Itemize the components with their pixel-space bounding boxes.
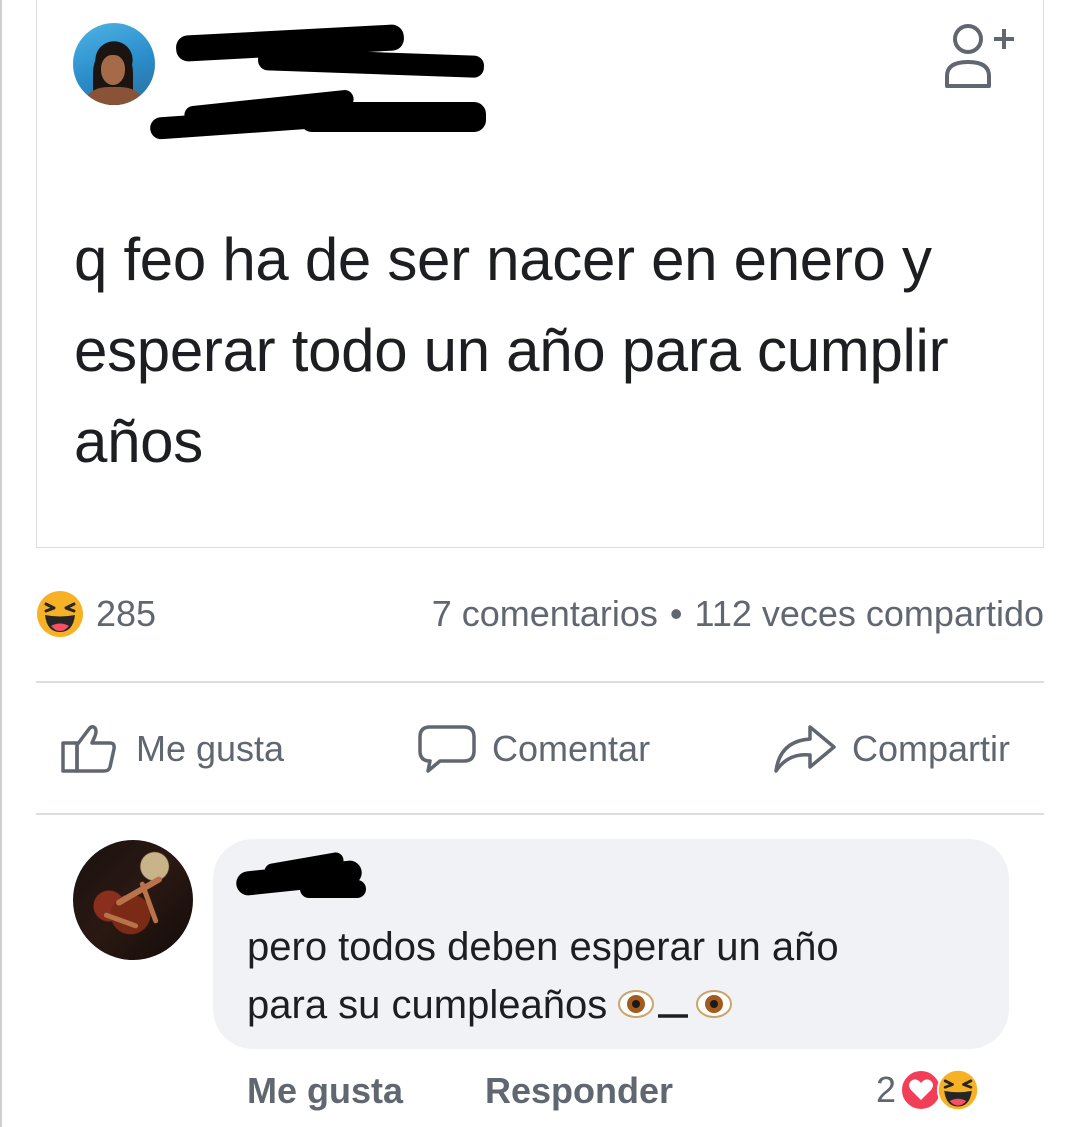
comment-text: pero todos deben esperar un año para su … (247, 918, 987, 1034)
comment-like-button[interactable]: Me gusta (247, 1068, 403, 1114)
commenter-avatar[interactable] (73, 840, 193, 960)
thumbs-up-icon (61, 724, 116, 773)
reaction-count: 285 (96, 593, 157, 634)
shares-count-link[interactable]: 112 veces compartido (694, 593, 1044, 635)
add-friend-icon[interactable] (938, 18, 1018, 94)
comment-reaction-count: 2 (876, 1069, 897, 1110)
comment-reply-button[interactable]: Responder (485, 1068, 673, 1114)
share-button[interactable]: Compartir (772, 716, 1010, 782)
comment-text-line2: para su cumpleaños (247, 976, 987, 1034)
divider (36, 681, 1044, 683)
comment-button[interactable]: Comentar (416, 716, 650, 782)
comments-count-link[interactable]: 7 comentarios (432, 593, 658, 635)
like-button[interactable]: Me gusta (60, 716, 284, 782)
comment-bubble-icon (418, 725, 476, 773)
comment-label: Comentar (492, 728, 651, 769)
post-author-avatar[interactable] (73, 23, 155, 105)
comment-reactions[interactable]: 2 (876, 1064, 980, 1116)
share-label: Compartir (852, 728, 1011, 769)
comment-text-line1: pero todos deben esperar un año (247, 925, 839, 969)
post-text: q feo ha de ser nacer en enero y esperar… (74, 226, 949, 475)
separator-dot: • (669, 593, 683, 634)
like-label: Me gusta (136, 728, 285, 769)
comment-like-label: Me gusta (247, 1070, 404, 1111)
divider (36, 813, 1044, 815)
haha-emoji-icon (936, 1068, 980, 1112)
left-edge-line (0, 0, 2, 1127)
comment-reply-label: Responder (485, 1070, 674, 1111)
reaction-summary[interactable]: 285 (36, 590, 156, 638)
eye-underscore-eye-emoji-icon (618, 990, 733, 1018)
share-arrow-icon (774, 725, 836, 773)
haha-emoji-icon (37, 591, 83, 637)
engagement-summary: 7 comentarios • 112 veces compartido (432, 590, 1044, 638)
